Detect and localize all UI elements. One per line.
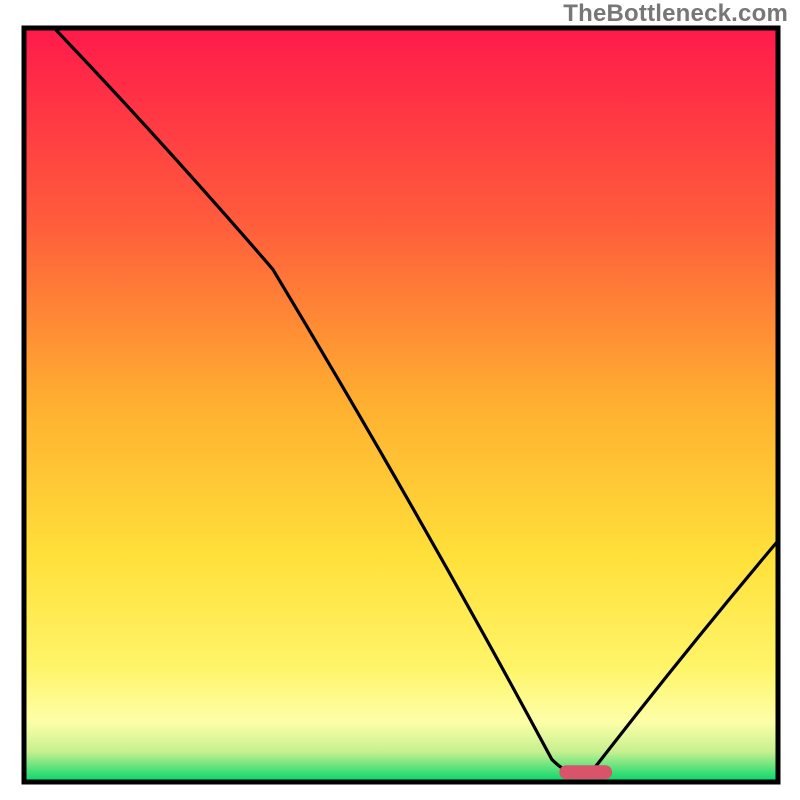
plot-background xyxy=(24,28,778,782)
optimal-marker xyxy=(559,765,612,779)
chart-container: TheBottleneck.com xyxy=(0,0,800,800)
watermark-text: TheBottleneck.com xyxy=(563,0,788,28)
bottleneck-chart xyxy=(0,0,800,800)
